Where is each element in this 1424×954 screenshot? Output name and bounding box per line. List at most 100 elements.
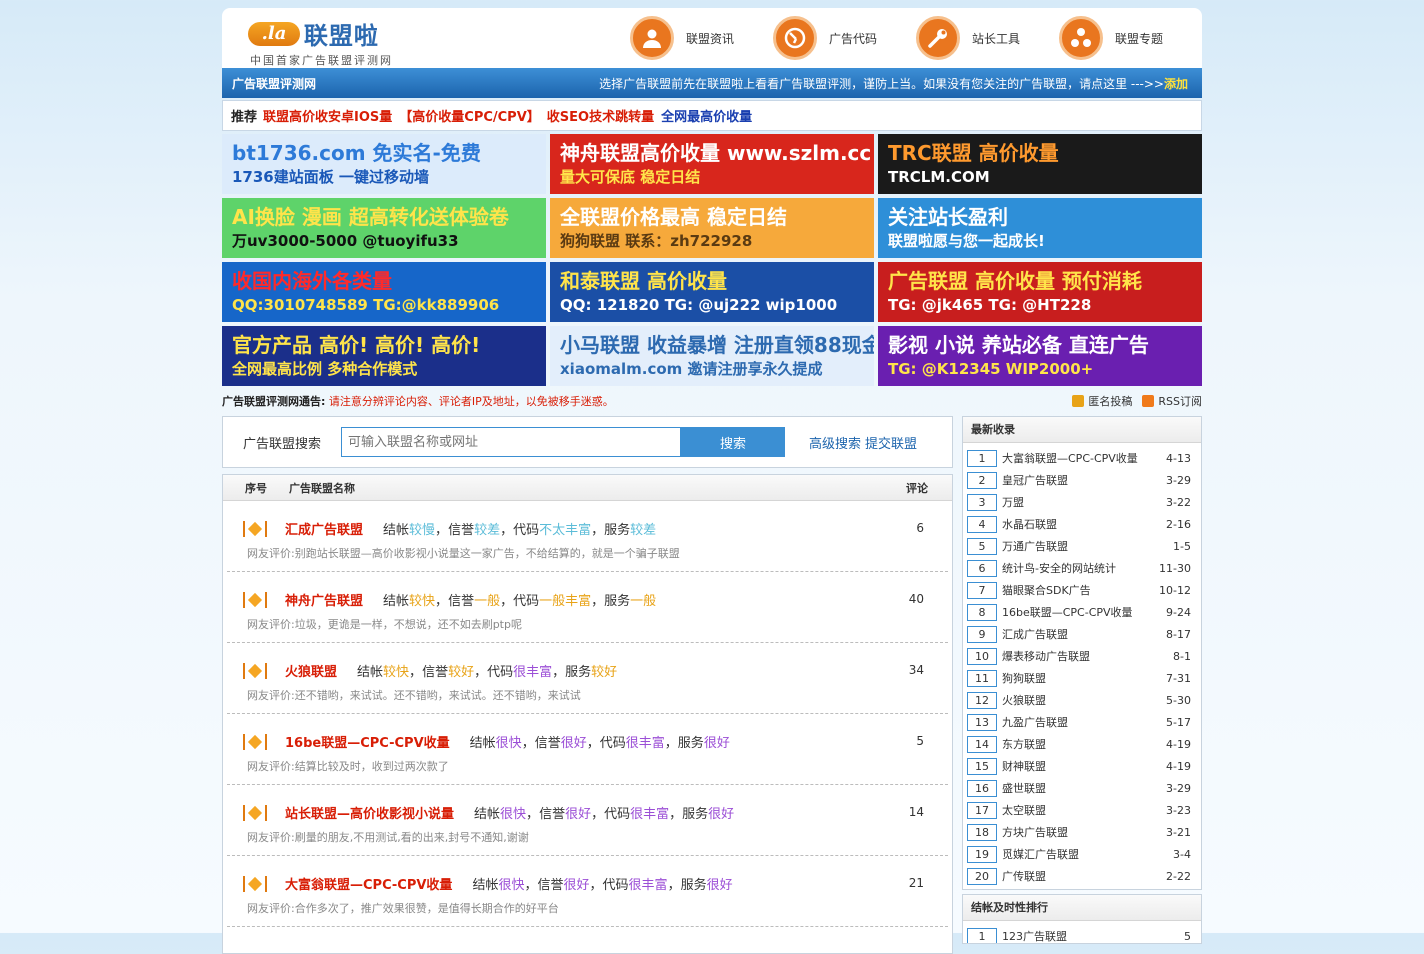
- topnav-item-topics[interactable]: 联盟专题: [1059, 16, 1202, 60]
- advanced-search-link[interactable]: 高级搜索: [809, 437, 861, 452]
- sidebar-item[interactable]: 13 九盈广告联盟 5-17: [967, 711, 1201, 733]
- ad-banner[interactable]: bt1736.com 免实名-免费 1736建站面板 一键过移动墙: [222, 134, 546, 194]
- item-date: 4-13: [1166, 451, 1191, 465]
- site-logo[interactable]: .la 联盟啦 中国首家广告联盟评测网: [248, 16, 393, 68]
- union-name-link[interactable]: 火狼联盟: [285, 661, 337, 680]
- ad-banner[interactable]: 官方产品 高价! 高价! 高价! 全网最高比例 多种合作模式: [222, 326, 546, 386]
- notice-label: 广告联盟评测网通告:: [222, 395, 326, 408]
- ad-banner[interactable]: TRC联盟 高价收量 TRCLM.COM: [878, 134, 1202, 194]
- sidebar-item[interactable]: 1 123广告联盟 5: [967, 925, 1201, 943]
- attr-sep: ，: [500, 594, 514, 609]
- ad-banner[interactable]: 关注站长盈利 联盟啦愿与您一起成长!: [878, 198, 1202, 258]
- sidebar-item[interactable]: 1 大富翁联盟—CPC-CPV收量 4-13: [967, 447, 1201, 469]
- comment-count[interactable]: 14: [909, 805, 924, 819]
- item-date: 2-22: [1166, 869, 1191, 883]
- item-name: 广传联盟: [1002, 870, 1046, 883]
- item-number: 11: [967, 669, 997, 687]
- sidebar-item[interactable]: 15 财神联盟 4-19: [967, 755, 1201, 777]
- topnav-item-tools[interactable]: 站长工具: [916, 16, 1059, 60]
- submit-anonymous-link[interactable]: 匿名投稿: [1088, 393, 1132, 409]
- ad-banner[interactable]: 小马联盟 收益暴增 注册直领88现金 xiaomalm.com 邀请注册享永久提成: [550, 326, 874, 386]
- item-name: 东方联盟: [1002, 738, 1046, 751]
- attr-value: 很快: [498, 878, 525, 893]
- union-name-link[interactable]: 16be联盟—CPC-CPV收量: [285, 732, 450, 751]
- item-date: 3-21: [1166, 825, 1191, 839]
- union-ratings: 结帐很快，信誉很好，代码很丰富，服务很好: [472, 874, 732, 893]
- sidebar-item[interactable]: 11 狗狗联盟 7-31: [967, 667, 1201, 689]
- submit-union-link[interactable]: 提交联盟: [865, 437, 917, 452]
- item-number: 14: [967, 735, 997, 753]
- page-container: .la 联盟啦 中国首家广告联盟评测网 联盟资讯 广告代码 站长工具 联盟专题 …: [222, 8, 1202, 954]
- attr-key: 代码: [513, 594, 540, 609]
- sidebar-item[interactable]: 8 16be联盟—CPC-CPV收量 9-24: [967, 601, 1201, 623]
- ad-banner[interactable]: 广告联盟 高价收量 预付消耗 TG: @jk465 TG: @HT228: [878, 262, 1202, 322]
- item-name: 九盈广告联盟: [1002, 716, 1068, 729]
- search-input[interactable]: [341, 427, 682, 457]
- item-date: 8-17: [1166, 627, 1191, 641]
- banner-line-2: QQ:3010748589 TG:@kk889906: [232, 296, 500, 314]
- ad-banner[interactable]: AI换脸 漫画 超高转化送体验卷 万uv3000-5000 @tuoyifu33: [222, 198, 546, 258]
- recommend-link-2[interactable]: 【高价收量CPC/CPV】: [399, 106, 540, 125]
- ad-banner[interactable]: 和泰联盟 高价收量 QQ: 121820 TG: @uj222 wip1000: [550, 262, 874, 322]
- ad-banner[interactable]: 神舟联盟高价收量 www.szlm.cc 量大可保底 稳定日结: [550, 134, 874, 194]
- sidebar-item[interactable]: 18 方块广告联盟 3-21: [967, 821, 1201, 843]
- sidebar-item[interactable]: 20 广传联盟 2-22: [967, 865, 1201, 887]
- sidebar-item[interactable]: 2 皇冠广告联盟 3-29: [967, 469, 1201, 491]
- sidebar-item[interactable]: 19 觅媒汇广告联盟 3-4: [967, 843, 1201, 865]
- attr-key: 信誉: [537, 878, 564, 893]
- ad-banner[interactable]: 收国内海外各类量 QQ:3010748589 TG:@kk889906: [222, 262, 546, 322]
- comment-count[interactable]: 21: [909, 876, 924, 890]
- union-ratings: 结帐较慢，信誉较差，代码不太丰富，服务较差: [383, 519, 656, 538]
- banner-line-1: bt1736.com 免实名-免费: [232, 141, 481, 165]
- sidebar-item[interactable]: 14 东方联盟 4-19: [967, 733, 1201, 755]
- sidebar-item[interactable]: 3 万盟 3-22: [967, 491, 1201, 513]
- add-link[interactable]: 添加: [1164, 77, 1188, 91]
- item-number: 2: [967, 471, 997, 489]
- topnav-item-news[interactable]: 联盟资讯: [630, 16, 773, 60]
- list-item: 火狼联盟 结帐较快，信誉较好，代码很丰富，服务较好 34 网友评价:还不错哟，来试试。…: [227, 643, 948, 714]
- union-name-link[interactable]: 大富翁联盟—CPC-CPV收量: [285, 874, 452, 893]
- list-item: 大富翁联盟—CPC-CPV收量 结帐很快，信誉很好，代码很丰富，服务很好 21 网友评…: [227, 856, 948, 927]
- union-name-link[interactable]: 汇成广告联盟: [285, 519, 363, 538]
- comment-count[interactable]: 34: [909, 663, 924, 677]
- info-message-text: 选择广告联盟前先在联盟啦上看看广告联盟评测，谨防上当。如果没有您关注的广告联盟，…: [599, 76, 1164, 91]
- sidebar-item[interactable]: 6 统计鸟-安全的网站统计 11-30: [967, 557, 1201, 579]
- union-name-link[interactable]: 神舟广告联盟: [285, 590, 363, 609]
- item-number: 20: [967, 867, 997, 885]
- search-button[interactable]: 搜索: [681, 427, 786, 457]
- sidebar-item[interactable]: 7 猫眼聚合SDK广告 10-12: [967, 579, 1201, 601]
- recommend-link-4[interactable]: 全网最高价收量: [661, 106, 752, 125]
- sidebar-item[interactable]: 16 盛世联盟 3-29: [967, 777, 1201, 799]
- attr-sep: ，: [526, 807, 540, 822]
- item-date: 3-23: [1166, 803, 1191, 817]
- attr-key: 服务: [680, 878, 707, 893]
- ad-banner[interactable]: 全联盟价格最高 稳定日结 狗狗联盟 联系：zh722928: [550, 198, 874, 258]
- rss-link[interactable]: RSS订阅: [1158, 393, 1202, 409]
- recommend-link-3[interactable]: 收SEO技术跳转量: [547, 106, 654, 125]
- sidebar-item[interactable]: 5 万通广告联盟 1-5: [967, 535, 1201, 557]
- recommend-link-1[interactable]: 联盟高价收安卓IOS量: [263, 106, 392, 125]
- attr-key: 服务: [604, 523, 631, 538]
- ad-banner[interactable]: 影视 小说 养站必备 直连广告 TG: @K12345 WIP2000+: [878, 326, 1202, 386]
- banner-line-1: 和泰联盟 高价收量: [560, 269, 727, 293]
- union-name-link[interactable]: 站长联盟—高价收影视小说量: [285, 803, 454, 822]
- sidebar-item[interactable]: 10 爆表移动广告联盟 8-1: [967, 645, 1201, 667]
- topnav-item-code[interactable]: 广告代码: [773, 16, 916, 60]
- topnav-label: 联盟资讯: [686, 31, 735, 46]
- item-name: 16be联盟—CPC-CPV收量: [1002, 606, 1133, 619]
- comment-count[interactable]: 6: [916, 521, 924, 535]
- item-date: 1-5: [1173, 539, 1191, 553]
- banner-line-1: 小马联盟 收益暴增 注册直领88现金: [560, 333, 874, 357]
- sidebar-item[interactable]: 4 水晶石联盟 2-16: [967, 513, 1201, 535]
- sidebar-item[interactable]: 17 太空联盟 3-23: [967, 799, 1201, 821]
- sidebar-item[interactable]: 12 火狼联盟 5-30: [967, 689, 1201, 711]
- attr-key: 代码: [599, 736, 626, 751]
- banner-line-2: 联盟啦愿与您一起成长!: [888, 232, 1045, 250]
- attr-sep: ，: [589, 878, 603, 893]
- comment-count[interactable]: 40: [909, 592, 924, 606]
- item-name: 万盟: [1002, 496, 1024, 509]
- comment-count[interactable]: 5: [916, 734, 924, 748]
- sidebar-item[interactable]: 9 汇成广告联盟 8-17: [967, 623, 1201, 645]
- attr-key: 代码: [604, 807, 631, 822]
- wrench-icon: [916, 16, 960, 60]
